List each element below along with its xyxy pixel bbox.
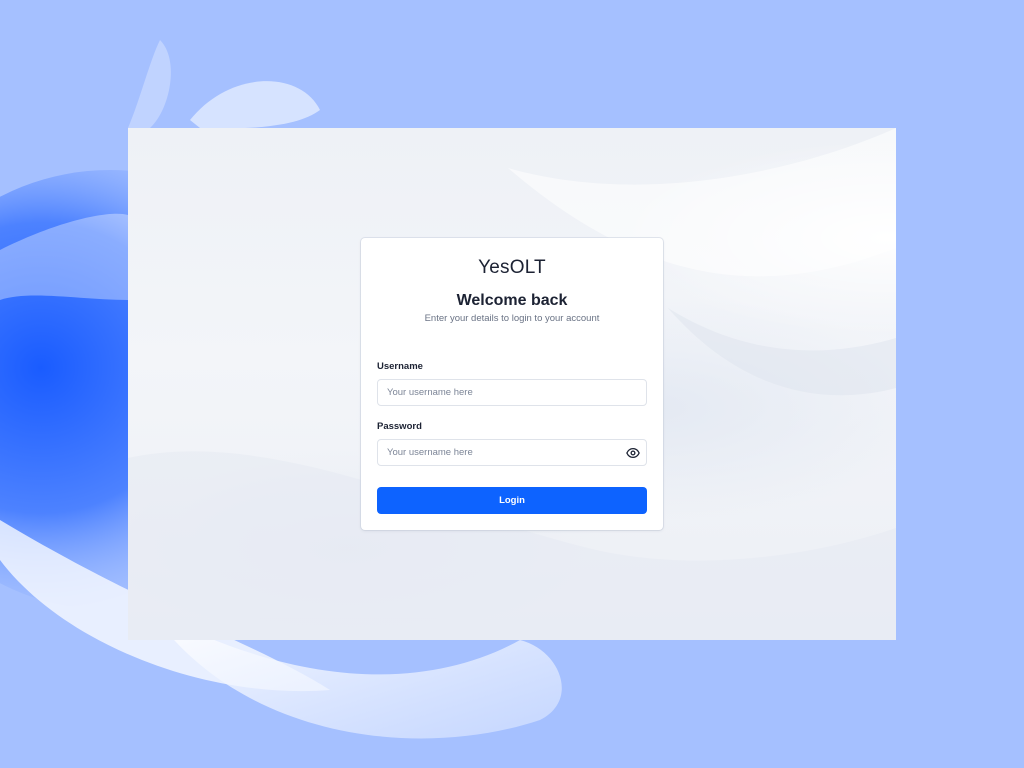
app-window: YesOLT Welcome back Enter your details t… — [128, 128, 896, 640]
password-input[interactable] — [378, 440, 646, 465]
eye-icon — [626, 447, 640, 459]
username-input[interactable] — [378, 380, 646, 405]
page-subtitle: Enter your details to login to your acco… — [424, 313, 600, 324]
username-field-container — [377, 379, 647, 406]
password-field-container — [377, 439, 647, 466]
desktop-background: YesOLT Welcome back Enter your details t… — [0, 0, 1024, 768]
brand-logo-text: YesOLT — [478, 257, 546, 278]
login-card: YesOLT Welcome back Enter your details t… — [361, 238, 663, 530]
username-label: Username — [377, 361, 423, 372]
show-password-toggle[interactable] — [626, 446, 640, 460]
page-title: Welcome back — [456, 292, 568, 309]
password-label: Password — [377, 421, 422, 432]
login-button[interactable]: Login — [377, 487, 647, 514]
